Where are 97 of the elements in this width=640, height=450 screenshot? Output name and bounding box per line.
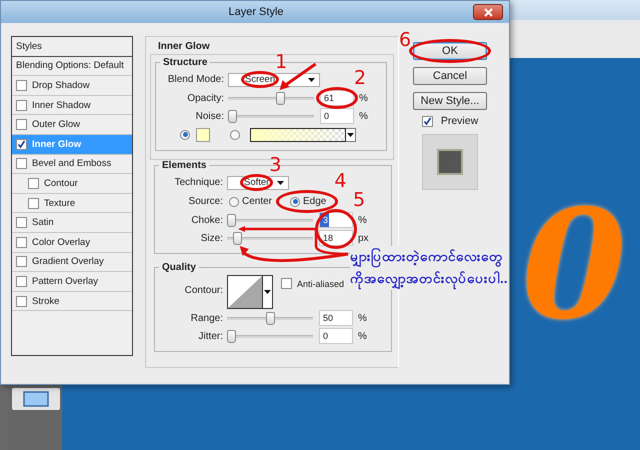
unit-label: px (358, 232, 369, 244)
checkbox[interactable] (281, 278, 292, 289)
caret-icon (308, 78, 315, 82)
checkbox[interactable] (16, 276, 27, 287)
gradient-dropdown[interactable] (346, 128, 356, 142)
slider[interactable] (228, 92, 314, 104)
value-field[interactable]: 0 (319, 328, 353, 344)
tool-button[interactable] (12, 388, 60, 410)
slider-thumb[interactable] (228, 110, 237, 123)
caret-icon (264, 290, 271, 294)
caret-icon (277, 180, 284, 184)
checkbox[interactable] (28, 198, 39, 209)
step-number: 4 (334, 172, 346, 191)
radio-button[interactable] (230, 130, 240, 140)
group-title: Inner Glow (158, 41, 211, 52)
value-field[interactable]: 0 (320, 108, 354, 124)
style-item[interactable]: Inner Shadow (12, 96, 132, 116)
slider[interactable] (227, 312, 313, 324)
slider[interactable] (227, 214, 313, 226)
window-title: Layer Style (227, 6, 285, 18)
radio-button[interactable] (180, 130, 190, 140)
checkbox[interactable] (16, 256, 27, 268)
slider[interactable] (227, 330, 313, 342)
unit-label: % (359, 92, 368, 104)
checkbox[interactable] (16, 158, 27, 170)
style-item[interactable]: Stroke (12, 292, 132, 312)
slider-label: Size: (200, 232, 224, 244)
checkbox[interactable] (16, 119, 27, 130)
unit-label: % (359, 110, 368, 122)
field-label: Blend Mode: (166, 74, 225, 85)
radio-option[interactable]: Edge (288, 196, 326, 207)
field-label: Source: (188, 196, 224, 207)
unit-label: % (358, 330, 367, 342)
slider-thumb[interactable] (227, 330, 236, 343)
step-number: 6 (399, 31, 412, 50)
step-number: 3 (269, 156, 282, 175)
close-button[interactable] (473, 4, 503, 20)
preview-checkbox[interactable]: Preview (422, 115, 478, 127)
style-item[interactable]: Bevel and Emboss (12, 154, 132, 174)
group-title: Quality (161, 262, 197, 273)
field-label: Technique: (174, 177, 224, 188)
radio-button[interactable] (290, 196, 300, 206)
style-item[interactable]: Texture (12, 194, 132, 214)
contour-icon[interactable] (227, 275, 263, 309)
annotation-text: မျှားပြထားတဲ့ကောင်လေးတွေ ကိုအလျှော့အတင်းလုပ်ပေးပါ.. (350, 246, 508, 290)
slider[interactable] (227, 232, 313, 244)
checkbox[interactable] (16, 100, 27, 111)
style-item[interactable]: Color Overlay (12, 232, 132, 253)
style-item[interactable]: Gradient Overlay (12, 252, 132, 272)
step-number: 5 (353, 191, 366, 210)
checkbox[interactable] (16, 296, 27, 307)
style-item[interactable]: Blending Options: Default (12, 56, 132, 76)
slider-thumb[interactable] (266, 312, 275, 325)
step-number: 1 (275, 53, 288, 72)
list-header: Styles (12, 37, 132, 57)
color-swatch[interactable] (196, 128, 210, 142)
checkbox[interactable] (16, 80, 27, 91)
annotation-ellipse (241, 71, 280, 88)
style-item[interactable]: Contour (12, 174, 132, 194)
contour-dropdown[interactable] (263, 275, 273, 309)
slider-label: Opacity: (186, 92, 225, 104)
field-label: Contour: (184, 285, 224, 296)
slider-label: Range: (190, 312, 224, 324)
slider-label: Jitter: (198, 330, 224, 342)
annotation-ellipse (316, 87, 358, 109)
step-number: 2 (354, 69, 366, 88)
slider-label: Noise: (194, 110, 225, 122)
caret-icon (347, 132, 354, 136)
value-field[interactable]: 50 (319, 310, 353, 326)
slider-thumb[interactable] (276, 92, 285, 105)
preview-thumbnail (422, 134, 478, 190)
unit-label: % (358, 312, 367, 324)
slider-label: Choke: (190, 214, 224, 226)
checkbox[interactable] (16, 236, 27, 248)
group-title: Elements (161, 160, 208, 171)
slider-thumb[interactable] (227, 214, 236, 227)
style-item[interactable]: Drop Shadow (12, 76, 132, 96)
anti-aliased-checkbox[interactable]: Anti-aliased (281, 278, 344, 289)
radio-option[interactable]: Center (227, 196, 272, 207)
gradient-preview[interactable] (250, 128, 346, 142)
group-title: Structure (162, 57, 208, 68)
annotation-ellipse (240, 174, 274, 191)
canvas-text: 0 (520, 176, 628, 355)
radio-button[interactable] (229, 196, 239, 206)
style-item[interactable]: Pattern Overlay (12, 272, 132, 292)
checkbox[interactable] (28, 178, 39, 189)
style-item[interactable]: Satin (12, 213, 132, 233)
cancel-button[interactable]: Cancel (413, 67, 487, 85)
close-icon (484, 8, 492, 16)
slider[interactable] (228, 110, 314, 122)
screen-mode-icon (23, 391, 49, 407)
unit-label: % (358, 214, 367, 226)
checkbox[interactable] (422, 116, 433, 126)
slider-thumb[interactable] (233, 232, 242, 245)
new-style-button[interactable]: New Style... (413, 92, 487, 110)
checkbox[interactable] (16, 138, 27, 150)
checkbox[interactable] (16, 217, 27, 228)
